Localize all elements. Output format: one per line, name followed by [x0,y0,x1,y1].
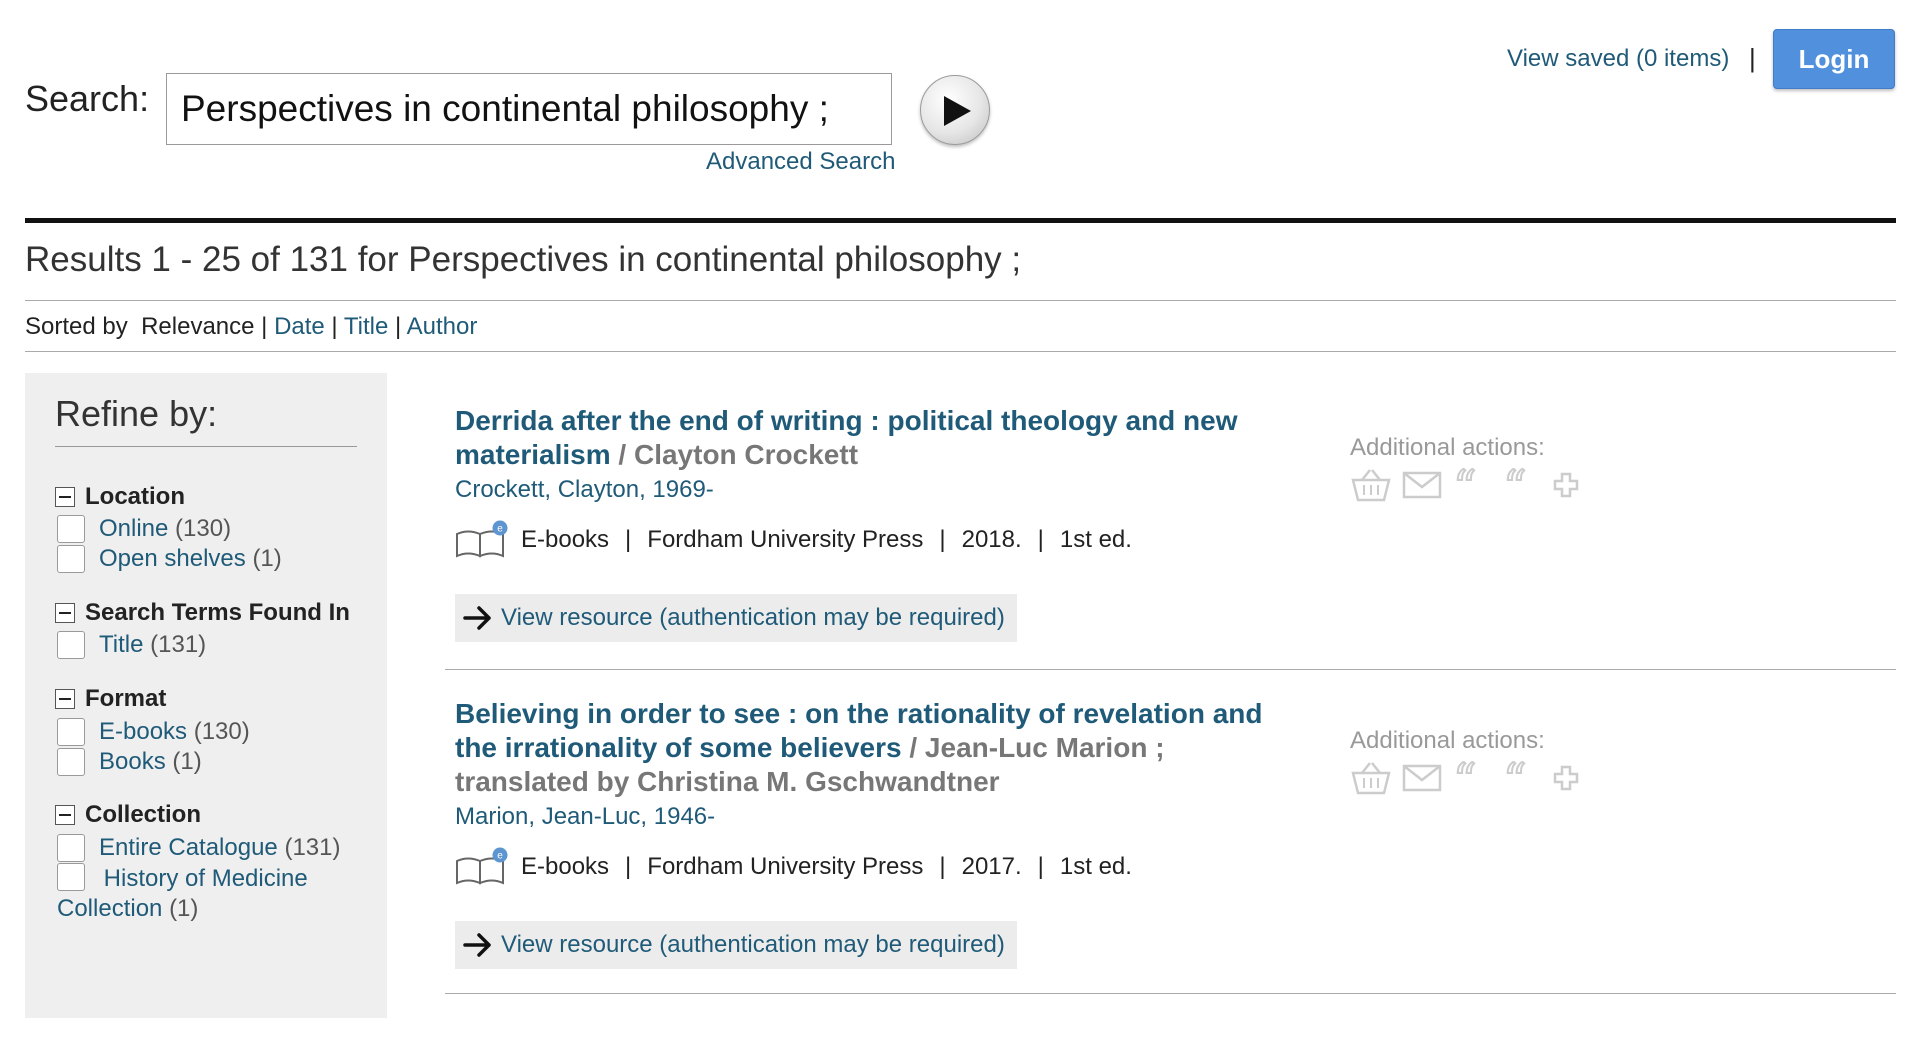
additional-actions-label: Additional actions: [1350,434,1545,461]
export-citation-icon[interactable]: “ [1502,459,1542,515]
svg-text:“: “ [1503,468,1527,502]
email-icon[interactable] [1402,761,1442,800]
action-icons: “ “ [1350,459,1580,515]
facet-item-ebooks[interactable]: E-books (130) [57,718,250,746]
advanced-search-link[interactable]: Advanced Search [706,148,895,176]
refine-title: Refine by: [55,393,218,434]
view-saved-link[interactable]: View saved (0 items) [1507,45,1729,73]
result-title[interactable]: Derrida after the end of writing : polit… [455,404,1275,472]
sort-title[interactable]: Title [344,313,388,340]
collapse-icon[interactable] [55,487,75,507]
refine-divider [55,446,357,447]
view-resource-button[interactable]: View resource (authentication may be req… [455,921,1017,969]
sort-bar: Sorted by Relevance | Date | Title | Aut… [25,313,478,340]
login-button[interactable]: Login [1773,29,1895,89]
facet-heading-search-terms[interactable]: Search Terms Found In [55,599,350,627]
search-input[interactable] [166,73,892,145]
arrow-right-icon [463,933,491,957]
checkbox[interactable] [57,515,85,543]
facet-item-open-shelves[interactable]: Open shelves (1) [57,545,282,573]
result-item: Believing in order to see : on the ratio… [455,697,1895,969]
sort-date[interactable]: Date [274,313,325,340]
play-icon [944,96,971,126]
collapse-icon[interactable] [55,689,75,709]
add-icon[interactable] [1552,761,1580,800]
collapse-icon[interactable] [55,805,75,825]
result-meta: e E-books | Fordham University Press | 2… [455,520,1895,560]
cite-icon[interactable]: “ [1452,459,1492,515]
svg-text:e: e [497,524,503,535]
basket-icon[interactable] [1350,468,1392,507]
email-icon[interactable] [1402,468,1442,507]
result-year: 2018. [961,526,1022,553]
result-meta: e E-books | Fordham University Press | 2… [455,847,1895,887]
action-icons: “ “ [1350,752,1580,808]
facet-heading-location[interactable]: Location [55,483,185,511]
search-label: Search: [25,78,150,119]
result-divider [445,993,1896,994]
sort-author[interactable]: Author [407,313,478,340]
result-edition: 1st ed. [1059,526,1132,553]
result-year: 2017. [961,853,1022,880]
export-citation-icon[interactable]: “ [1502,752,1542,808]
result-publisher: Fordham University Press [647,853,924,880]
add-icon[interactable] [1552,468,1580,507]
facet-heading-format[interactable]: Format [55,685,166,713]
result-author[interactable]: Marion, Jean-Luc, 1946- [455,803,1895,831]
sorted-by-label: Sorted by [25,313,128,340]
header-divider [25,218,1896,223]
ebook-icon: e [455,520,509,560]
checkbox[interactable] [57,863,85,891]
svg-text:“: “ [1503,761,1527,795]
facet-item-books[interactable]: Books (1) [57,748,202,776]
facet-item-entire-catalogue[interactable]: Entire Catalogue (131) [57,834,340,862]
checkbox[interactable] [57,718,85,746]
view-resource-button[interactable]: View resource (authentication may be req… [455,594,1017,642]
sort-relevance: Relevance [141,313,255,340]
facet-item-title[interactable]: Title (131) [57,631,206,659]
facet-item-history-of-medicine[interactable]: History of Medicine Collection (1) [57,863,357,924]
svg-text:“: “ [1453,761,1477,795]
divider [25,300,1896,301]
checkbox[interactable] [57,748,85,776]
divider [25,351,1896,352]
additional-actions-label: Additional actions: [1350,727,1545,754]
result-item: Derrida after the end of writing : polit… [455,404,1895,642]
checkbox[interactable] [57,631,85,659]
ebook-icon: e [455,847,509,887]
arrow-right-icon [463,606,491,630]
facet-heading-collection[interactable]: Collection [55,801,201,829]
result-author[interactable]: Crockett, Clayton, 1969- [455,476,1895,504]
facet-item-online[interactable]: Online (130) [57,515,231,543]
svg-text:“: “ [1453,468,1477,502]
result-title[interactable]: Believing in order to see : on the ratio… [455,697,1275,799]
svg-text:e: e [497,851,503,862]
result-divider [445,669,1896,670]
result-format: E-books [521,853,610,880]
refine-sidebar: Refine by: Location Online (130) Open sh… [25,373,387,1018]
results-title: Results 1 - 25 of 131 for Perspectives i… [25,240,1022,279]
search-go-button[interactable] [920,75,990,145]
basket-icon[interactable] [1350,761,1392,800]
collapse-icon[interactable] [55,603,75,623]
result-publisher: Fordham University Press [647,526,924,553]
checkbox[interactable] [57,834,85,862]
result-format: E-books [521,526,610,553]
cite-icon[interactable]: “ [1452,752,1492,808]
header-separator: | [1749,43,1756,73]
checkbox[interactable] [57,545,85,573]
result-edition: 1st ed. [1059,853,1132,880]
